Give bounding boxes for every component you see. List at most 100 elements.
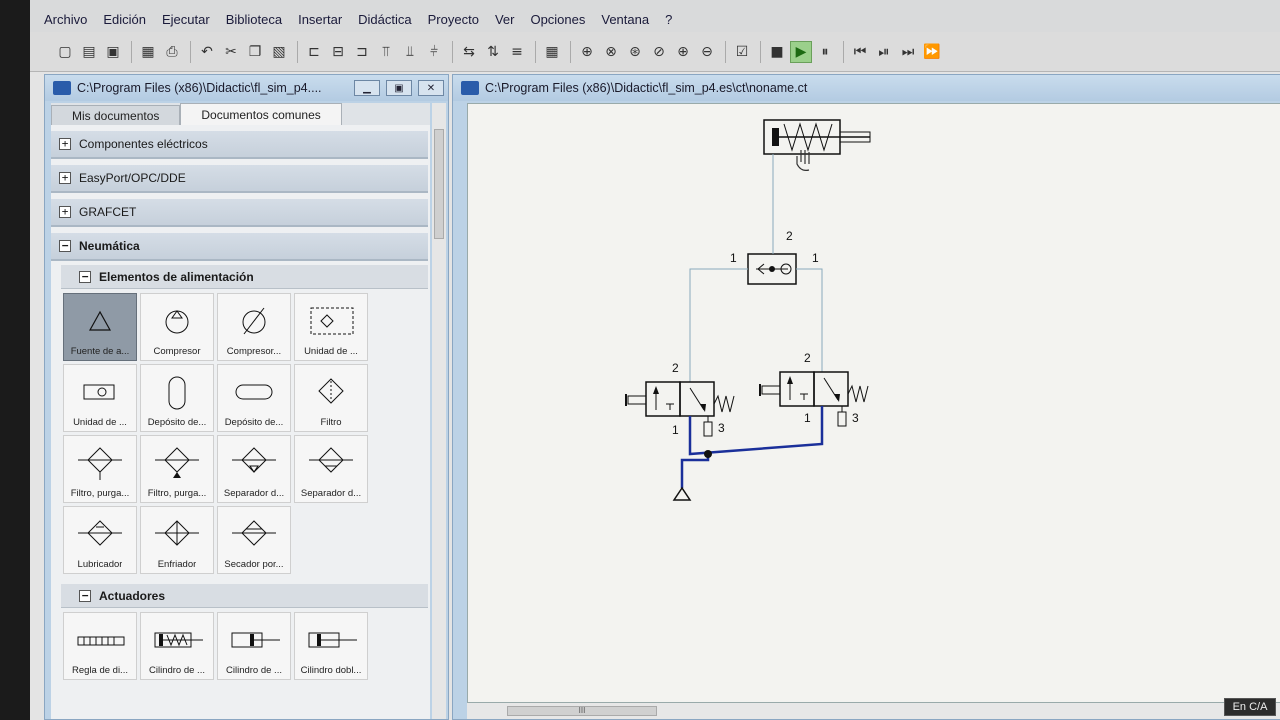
pause-icon[interactable]: ⏸ <box>814 41 836 63</box>
paste-icon[interactable]: ▧ <box>268 41 290 63</box>
scroll-thumb[interactable] <box>434 129 444 239</box>
align-top-icon[interactable]: ⫪ <box>375 41 397 63</box>
zoom-fit-icon[interactable]: ⊕ <box>576 41 598 63</box>
menu-edicion[interactable]: Edición <box>103 12 146 32</box>
expand-icon[interactable]: + <box>59 172 71 184</box>
menu-bar: Archivo Edición Ejecutar Biblioteca Inse… <box>30 0 1280 32</box>
menu-proyecto[interactable]: Proyecto <box>428 12 479 32</box>
tile-filtro[interactable]: Filtro <box>294 364 368 432</box>
port-label: 2 <box>804 351 811 365</box>
align-bottom-icon[interactable]: ⫩ <box>423 41 445 63</box>
minimize-icon[interactable]: ▁ <box>354 80 380 96</box>
port-label: 1 <box>730 251 737 265</box>
menu-ejecutar[interactable]: Ejecutar <box>162 12 210 32</box>
zoom-in-icon[interactable]: ⊕ <box>672 41 694 63</box>
play-icon[interactable]: ▶ <box>790 40 812 63</box>
tile-separador-1[interactable]: Separador d... <box>217 435 291 503</box>
circuit-canvas[interactable]: 2 1 1 2 1 3 2 1 3 <box>467 103 1280 703</box>
tile-filtro-purga-2[interactable]: Filtro, purga... <box>140 435 214 503</box>
tile-compresor-var[interactable]: Compresor... <box>217 293 291 361</box>
zoom-window-icon[interactable]: ⊗ <box>600 41 622 63</box>
single-acting-cylinder[interactable] <box>763 119 871 224</box>
rotate-icon[interactable]: ≡ <box>506 41 528 63</box>
group-componentes-electricos[interactable]: + Componentes eléctricos <box>51 131 428 159</box>
tile-regla[interactable]: Regla de di... <box>63 612 137 680</box>
language-indicator[interactable]: En C/A <box>1224 698 1276 716</box>
collapse-icon[interactable]: − <box>79 589 91 602</box>
tile-enfriador[interactable]: Enfriador <box>140 506 214 574</box>
tile-unidad-1[interactable]: Unidad de ... <box>294 293 368 361</box>
subgroup-alimentacion[interactable]: − Elementos de alimentación <box>61 265 428 289</box>
expand-icon[interactable]: + <box>59 138 71 150</box>
circuit-titlebar[interactable]: C:\Program Files (x86)\Didactic\fl_sim_p… <box>453 75 1280 101</box>
tile-cilindro-2[interactable]: Cilindro de ... <box>217 612 291 680</box>
port-label: 2 <box>786 229 793 243</box>
tile-unidad-2[interactable]: Unidad de ... <box>63 364 137 432</box>
align-right-icon[interactable]: ⊐ <box>351 41 373 63</box>
scroll-thumb[interactable]: III <box>507 706 657 716</box>
collapse-icon[interactable]: − <box>59 240 71 252</box>
group-grafcet[interactable]: + GRAFCET <box>51 199 428 227</box>
library-tabs: Mis documentos Documentos comunes <box>51 103 430 125</box>
save-icon[interactable]: ▣ <box>102 41 124 63</box>
flip-h-icon[interactable]: ⇆ <box>458 41 480 63</box>
restore-icon[interactable]: ▣ <box>386 80 412 96</box>
tile-cilindro-doble[interactable]: Cilindro dobl... <box>294 612 368 680</box>
tile-deposito-2[interactable]: Depósito de... <box>217 364 291 432</box>
tile-lubricador[interactable]: Lubricador <box>63 506 137 574</box>
print-preview-icon[interactable]: ▦ <box>137 41 159 63</box>
menu-opciones[interactable]: Opciones <box>530 12 585 32</box>
zoom-icon[interactable]: ⊛ <box>624 41 646 63</box>
tile-deposito-1[interactable]: Depósito de... <box>140 364 214 432</box>
tile-secador[interactable]: Secador por... <box>217 506 291 574</box>
tile-label: Compresor... <box>226 346 282 357</box>
fast-forward-icon[interactable]: ⏩ <box>921 41 943 63</box>
check-icon[interactable]: ☑ <box>731 41 753 63</box>
tab-mis-documentos[interactable]: Mis documentos <box>51 105 181 125</box>
new-icon[interactable]: ▢ <box>54 41 76 63</box>
library-scrollbar[interactable] <box>432 103 446 719</box>
close-icon[interactable]: ✕ <box>418 80 444 96</box>
copy-icon[interactable]: ❐ <box>244 41 266 63</box>
tile-compresor[interactable]: Compresor <box>140 293 214 361</box>
menu-ventana[interactable]: Ventana <box>601 12 649 32</box>
step-fwd-icon[interactable]: ⏭ <box>897 41 919 63</box>
collapse-icon[interactable]: − <box>79 270 91 283</box>
library-titlebar[interactable]: C:\Program Files (x86)\Didactic\fl_sim_p… <box>45 75 448 101</box>
menu-biblioteca[interactable]: Biblioteca <box>226 12 282 32</box>
tile-label: Separador d... <box>300 488 362 499</box>
menu-ver[interactable]: Ver <box>495 12 515 32</box>
step-icon[interactable]: ⏯ <box>873 41 895 63</box>
grid-icon[interactable]: ▦ <box>541 41 563 63</box>
pressure-source[interactable] <box>672 486 692 501</box>
menu-didactica[interactable]: Didáctica <box>358 12 411 32</box>
zoom-out-icon[interactable]: ⊖ <box>696 41 718 63</box>
menu-insertar[interactable]: Insertar <box>298 12 342 32</box>
open-icon[interactable]: ▤ <box>78 41 100 63</box>
group-neumatica[interactable]: − Neumática <box>51 233 428 261</box>
tile-cilindro-1[interactable]: Cilindro de ... <box>140 612 214 680</box>
print-icon[interactable]: ⎙ <box>161 41 183 63</box>
port-label: 3 <box>852 411 859 425</box>
align-center-icon[interactable]: ⊟ <box>327 41 349 63</box>
tile-separador-2[interactable]: Separador d... <box>294 435 368 503</box>
library-title: C:\Program Files (x86)\Didactic\fl_sim_p… <box>77 81 322 95</box>
align-left-icon[interactable]: ⊏ <box>303 41 325 63</box>
cut-icon[interactable]: ✂ <box>220 41 242 63</box>
menu-archivo[interactable]: Archivo <box>44 12 87 32</box>
tab-documentos-comunes[interactable]: Documentos comunes <box>180 103 342 125</box>
stop-icon[interactable]: ■ <box>766 41 788 63</box>
expand-icon[interactable]: + <box>59 206 71 218</box>
zoom-prev-icon[interactable]: ⊘ <box>648 41 670 63</box>
tile-filtro-purga-1[interactable]: Filtro, purga... <box>63 435 137 503</box>
menu-help[interactable]: ? <box>665 12 672 32</box>
horizontal-scrollbar[interactable]: III <box>467 703 1280 719</box>
subgroup-actuadores[interactable]: − Actuadores <box>61 584 428 608</box>
rewind-icon[interactable]: ⏮ <box>849 41 871 63</box>
group-easyport[interactable]: + EasyPort/OPC/DDE <box>51 165 428 193</box>
align-middle-icon[interactable]: ⫫ <box>399 41 421 63</box>
flip-v-icon[interactable]: ⇅ <box>482 41 504 63</box>
tile-fuente[interactable]: Fuente de a... <box>63 293 137 361</box>
library-panel: Mis documentos Documentos comunes + Compo… <box>51 103 430 719</box>
undo-icon[interactable]: ↶ <box>196 41 218 63</box>
